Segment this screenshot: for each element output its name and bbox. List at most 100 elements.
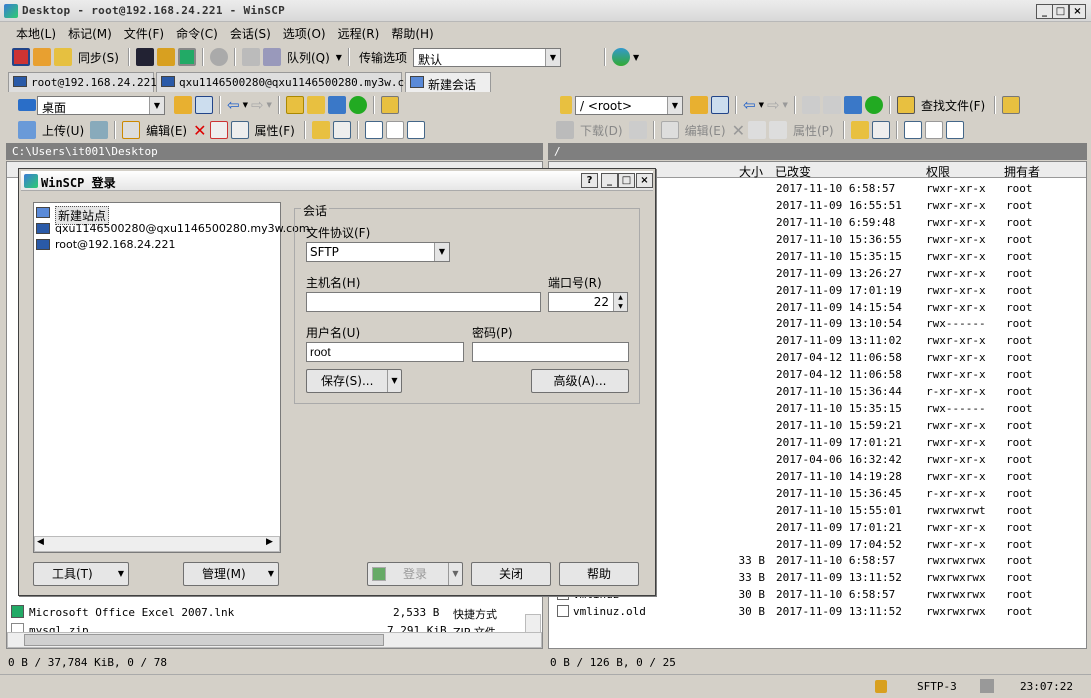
properties-icon[interactable] [230, 121, 249, 139]
rename-icon[interactable] [209, 121, 228, 139]
refresh-icon[interactable] [864, 96, 883, 114]
close-dialog-button[interactable]: 关闭 [471, 562, 551, 586]
queue-doc-icon[interactable] [241, 48, 260, 66]
dialog-close-button[interactable]: × [636, 173, 653, 188]
tab-session-root[interactable]: root@192.168.24.221 [8, 72, 157, 92]
filter-select-icon[interactable] [406, 121, 425, 139]
edit-icon[interactable] [660, 121, 679, 139]
menu-help[interactable]: 帮助(H) [385, 22, 439, 45]
help-button[interactable]: 帮助 [559, 562, 639, 586]
minimize-button[interactable]: _ [1036, 4, 1053, 19]
compare-icon[interactable] [12, 48, 30, 66]
open-folder-icon[interactable] [690, 96, 708, 114]
new-file-icon[interactable] [332, 121, 351, 139]
properties-icon[interactable] [768, 121, 787, 139]
deselect-icon[interactable] [385, 121, 404, 139]
username-input[interactable] [306, 342, 464, 362]
download-options-icon[interactable] [628, 121, 647, 139]
open-folder-icon[interactable] [174, 96, 192, 114]
refresh-globe-icon[interactable] [611, 48, 630, 66]
menu-commands[interactable]: 命令(C) [170, 22, 224, 45]
menu-options[interactable]: 选项(O) [277, 22, 332, 45]
edit-button[interactable]: 编辑(E) [146, 122, 187, 139]
dialog-maximize-button[interactable]: □ [618, 173, 635, 188]
port-spinner[interactable]: ▲ ▼ [613, 293, 627, 311]
properties-button[interactable]: 属性(P) [793, 122, 834, 139]
left-vertical-scrollbar[interactable] [525, 614, 541, 634]
root-dir-icon[interactable] [306, 96, 325, 114]
col-rights-header[interactable]: 权限 [926, 163, 950, 180]
properties-button[interactable]: 属性(F) [255, 122, 295, 139]
scroll-thumb[interactable] [24, 634, 384, 646]
explorer-icon[interactable] [177, 48, 196, 66]
new-folder-icon[interactable] [311, 121, 330, 139]
globe-dropdown-icon[interactable]: ▼ [633, 53, 639, 62]
close-button[interactable]: × [1069, 4, 1086, 19]
dialog-minimize-button[interactable]: _ [601, 173, 618, 188]
filter-select-icon[interactable] [945, 121, 964, 139]
forward-dropdown-icon[interactable]: ▼ [783, 101, 788, 109]
chevron-down-icon[interactable]: ▼ [387, 370, 401, 392]
refresh-icon[interactable] [348, 96, 367, 114]
edit-icon[interactable] [122, 121, 141, 139]
col-size-header[interactable]: 大小 [739, 163, 763, 180]
scroll-right-icon[interactable]: ▶ [266, 537, 273, 547]
tab-new-session[interactable]: 新建会话 [405, 72, 491, 92]
transfer-settings-select[interactable]: 默认 ▼ [412, 47, 561, 67]
dialog-help-button[interactable]: ? [581, 173, 598, 188]
password-input[interactable] [472, 342, 629, 362]
new-file-icon[interactable] [871, 121, 890, 139]
home-icon[interactable] [843, 96, 862, 114]
download-button[interactable]: 下载(D) [580, 122, 623, 139]
delete-icon[interactable]: ✕ [193, 121, 206, 140]
file-row[interactable]: Microsoft Office Excel 2007.lnk 2,533 B … [11, 604, 521, 621]
queue-dropdown-icon[interactable]: ▼ [336, 53, 342, 62]
sync-dirs-icon[interactable] [33, 48, 51, 66]
forward-arrow-icon[interactable]: ⇨ [251, 96, 264, 114]
find-files-icon[interactable] [896, 96, 915, 114]
tab-session-qxu[interactable]: qxu1146500280@qxu1146500280.my3w.com [156, 72, 417, 92]
gear-icon[interactable] [209, 48, 228, 66]
back-dropdown-icon[interactable]: ▼ [243, 101, 248, 109]
menu-local[interactable]: 本地(L) [10, 22, 62, 45]
download-icon[interactable] [556, 121, 574, 139]
col-owner-header[interactable]: 拥有者 [1004, 163, 1040, 180]
file-row[interactable]: vmlinuz.old 30 B 2017-11-09 13:11:52 rwxrwx… [549, 603, 1069, 620]
protocol-select[interactable]: SFTP ▼ [306, 242, 450, 262]
col-changed-header[interactable]: 已改变 [775, 163, 811, 180]
menu-file[interactable]: 文件(F) [118, 22, 170, 45]
back-arrow-icon[interactable]: ⇦ [227, 96, 240, 114]
tools-button[interactable]: 工具(T) ▼ [33, 562, 129, 586]
forward-arrow-icon[interactable]: ⇨ [767, 96, 780, 114]
back-arrow-icon[interactable]: ⇦ [743, 96, 756, 114]
menu-mark[interactable]: 标记(M) [62, 22, 118, 45]
tree-icon[interactable] [1002, 96, 1021, 114]
queue-button[interactable]: 队列(Q) [287, 49, 330, 66]
sync-button[interactable]: 同步(S) [78, 49, 119, 66]
parent-dir-icon[interactable] [801, 96, 820, 114]
delete-icon[interactable]: ✕ [732, 121, 745, 140]
find-files-button[interactable]: 查找文件(F) [921, 97, 985, 114]
scroll-left-icon[interactable]: ◀ [37, 537, 44, 547]
left-location-select[interactable]: 桌面 ▼ [37, 95, 165, 115]
select-all-icon[interactable] [903, 121, 922, 139]
filter-icon[interactable] [195, 96, 213, 114]
manage-button[interactable]: 管理(M) ▼ [183, 562, 279, 586]
edit-button[interactable]: 编辑(E) [685, 122, 726, 139]
site-tree-scrollbar[interactable]: ◀ ▶ [34, 536, 280, 552]
menu-session[interactable]: 会话(S) [224, 22, 277, 45]
root-dir-icon[interactable] [822, 96, 841, 114]
select-all-icon[interactable] [364, 121, 383, 139]
home-icon[interactable] [327, 96, 346, 114]
upload-options-icon[interactable] [90, 121, 109, 139]
maximize-button[interactable]: □ [1052, 4, 1069, 19]
left-horizontal-scrollbar[interactable] [7, 632, 542, 648]
upload-button[interactable]: 上传(U) [42, 122, 84, 139]
back-dropdown-icon[interactable]: ▼ [759, 101, 764, 109]
sync-icon[interactable] [54, 48, 72, 66]
rename-icon[interactable] [747, 121, 766, 139]
upload-icon[interactable] [18, 121, 36, 139]
site-tree[interactable]: 新建站点 qxu1146500280@qxu1146500280.my3w.co… [33, 202, 310, 553]
right-location-select[interactable]: / <root> ▼ [575, 95, 683, 115]
new-folder-icon[interactable] [850, 121, 869, 139]
